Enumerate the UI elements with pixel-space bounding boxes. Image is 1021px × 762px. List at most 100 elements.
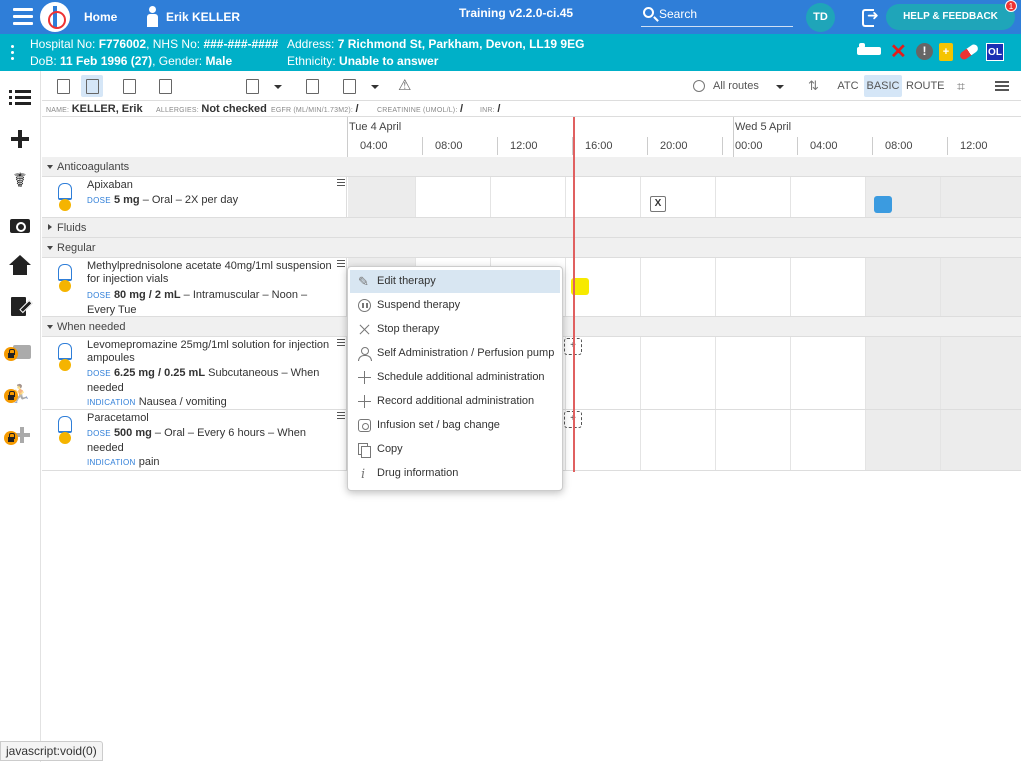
med-timeline[interactable] xyxy=(348,177,1021,217)
edit-therapy-menu-item[interactable]: Edit therapy xyxy=(350,270,560,293)
record-administration-menu-item[interactable]: Record additional administration xyxy=(350,390,560,413)
hour-label: 12:00 xyxy=(510,140,538,152)
search-input[interactable]: Search xyxy=(641,4,793,27)
alert-icon[interactable]: ! xyxy=(916,43,933,60)
schedule-administration-menu-item[interactable]: Schedule additional administration xyxy=(350,366,560,389)
section-regular[interactable]: Regular xyxy=(42,238,1021,258)
row-menu-icon[interactable] xyxy=(337,339,345,348)
home-link[interactable]: Home xyxy=(84,10,117,24)
lock-icon xyxy=(4,431,18,445)
patient-name-link[interactable]: Erik KELLER xyxy=(166,10,240,24)
order-set-icon[interactable] xyxy=(301,75,323,97)
help-feedback-button[interactable]: HELP & FEEDBACK xyxy=(886,4,1015,30)
infusion-bag-change-menu-item[interactable]: Infusion set / bag change xyxy=(350,414,560,437)
hour-label: 08:00 xyxy=(885,140,913,152)
route-view-button[interactable]: ROUTE xyxy=(906,75,945,97)
pause-icon xyxy=(358,299,371,312)
oral-drug-icon xyxy=(56,183,76,213)
house-icon[interactable] xyxy=(9,255,31,277)
ol-badge[interactable]: OL xyxy=(986,43,1004,61)
warning-icon[interactable] xyxy=(394,75,416,97)
pill-chart-icon[interactable] xyxy=(118,75,140,97)
atc-view-button[interactable]: ATC xyxy=(837,75,859,97)
hour-tick xyxy=(647,137,648,155)
row-menu-icon[interactable] xyxy=(337,260,345,269)
bed-icon[interactable] xyxy=(857,43,883,63)
administration-icon[interactable] xyxy=(81,75,103,97)
banner-more-icon[interactable] xyxy=(11,45,15,63)
drug-information-menu-item[interactable]: Drug information xyxy=(350,462,560,486)
add-icon[interactable] xyxy=(9,128,31,150)
date-label: Tue 4 April xyxy=(349,121,402,133)
med-indication: INDICATION Nausea / vomiting xyxy=(87,396,227,408)
plus-icon xyxy=(358,371,371,384)
hour-tick xyxy=(722,137,723,155)
grid-line xyxy=(715,410,716,470)
logout-icon[interactable] xyxy=(862,7,880,27)
med-info[interactable]: Apixaban DOSE 5 mg – Oral – 2X per day xyxy=(42,177,347,217)
print-icon[interactable] xyxy=(338,75,360,97)
pill-icon[interactable] xyxy=(958,43,980,63)
app-logo[interactable] xyxy=(40,2,70,32)
grid-line xyxy=(790,410,791,470)
egfr-info: EGFR (ML/MIN/1.73M2): / xyxy=(271,103,359,115)
grid-line xyxy=(715,258,716,316)
stethoscope-icon[interactable]: ☤ xyxy=(9,170,31,192)
routes-dropdown-icon[interactable] xyxy=(774,75,786,97)
hour-tick xyxy=(797,137,798,155)
lock-icon xyxy=(4,347,18,361)
copy-menu-item[interactable]: Copy xyxy=(350,438,560,461)
search-icon xyxy=(643,7,654,18)
add-medication-icon[interactable] xyxy=(241,75,263,97)
plus-icon xyxy=(358,395,371,408)
routes-icon xyxy=(693,80,705,92)
grouping-icon[interactable] xyxy=(952,75,974,97)
oral-drug-icon xyxy=(56,416,76,446)
night-shading xyxy=(348,177,415,217)
grid-line xyxy=(490,177,491,217)
basic-view-button[interactable]: BASIC xyxy=(864,75,902,97)
grid-line xyxy=(415,177,416,217)
section-anticoagulants[interactable]: Anticoagulants xyxy=(42,157,1021,177)
list-icon[interactable] xyxy=(9,87,31,109)
suspend-therapy-menu-item[interactable]: Suspend therapy xyxy=(350,294,560,317)
infusion-bag-icon xyxy=(358,419,371,432)
stop-therapy-menu-item[interactable]: Stop therapy xyxy=(350,318,560,341)
no-allergy-check-icon[interactable]: ✕ xyxy=(890,42,907,63)
med-info[interactable]: Paracetamol DOSE 500 mg – Oral – Every 6… xyxy=(42,410,347,470)
grid-line xyxy=(715,337,716,409)
grid-line xyxy=(640,177,641,217)
notes-edit-icon[interactable] xyxy=(9,296,31,318)
med-name: Apixaban xyxy=(87,179,133,191)
sort-icon[interactable] xyxy=(805,75,825,97)
pencil-icon xyxy=(358,270,371,293)
grid-line xyxy=(865,410,866,470)
close-icon xyxy=(358,323,371,336)
collapse-icon xyxy=(47,325,53,329)
row-menu-icon[interactable] xyxy=(337,179,345,188)
med-dose: DOSE 80 mg / 2 mL – Intramuscular – Noon… xyxy=(87,289,308,316)
section-fluids[interactable]: Fluids xyxy=(42,218,1021,238)
med-row-apixaban[interactable]: Apixaban DOSE 5 mg – Oral – 2X per day X xyxy=(42,177,1021,218)
med-name: Paracetamol xyxy=(87,412,149,424)
med-info[interactable]: Methylprednisolone acetate 40mg/1ml susp… xyxy=(42,258,347,316)
missed-administration-marker[interactable]: X xyxy=(650,196,666,212)
grid-line xyxy=(940,258,941,316)
med-info[interactable]: Levomepromazine 25mg/1ml solution for in… xyxy=(42,337,347,409)
camera-icon[interactable] xyxy=(9,214,31,236)
user-avatar[interactable]: TD xyxy=(806,3,835,32)
hamburger-menu-icon[interactable] xyxy=(13,8,33,26)
copy-icon xyxy=(358,443,371,458)
self-administration-menu-item[interactable]: Self Administration / Perfusion pump xyxy=(350,342,560,365)
print-caret-icon[interactable] xyxy=(369,75,379,97)
row-menu-icon[interactable] xyxy=(337,412,345,421)
document-icon[interactable] xyxy=(154,75,176,97)
collapse-icon xyxy=(47,165,53,169)
grid-line xyxy=(865,337,866,409)
given-administration-marker[interactable] xyxy=(874,196,892,213)
more-menu-icon[interactable] xyxy=(992,75,1012,97)
add-medication-caret-icon[interactable] xyxy=(272,75,282,97)
overview-icon[interactable] xyxy=(52,75,74,97)
clipboard-icon[interactable]: + xyxy=(939,43,953,61)
hour-tick xyxy=(947,137,948,155)
